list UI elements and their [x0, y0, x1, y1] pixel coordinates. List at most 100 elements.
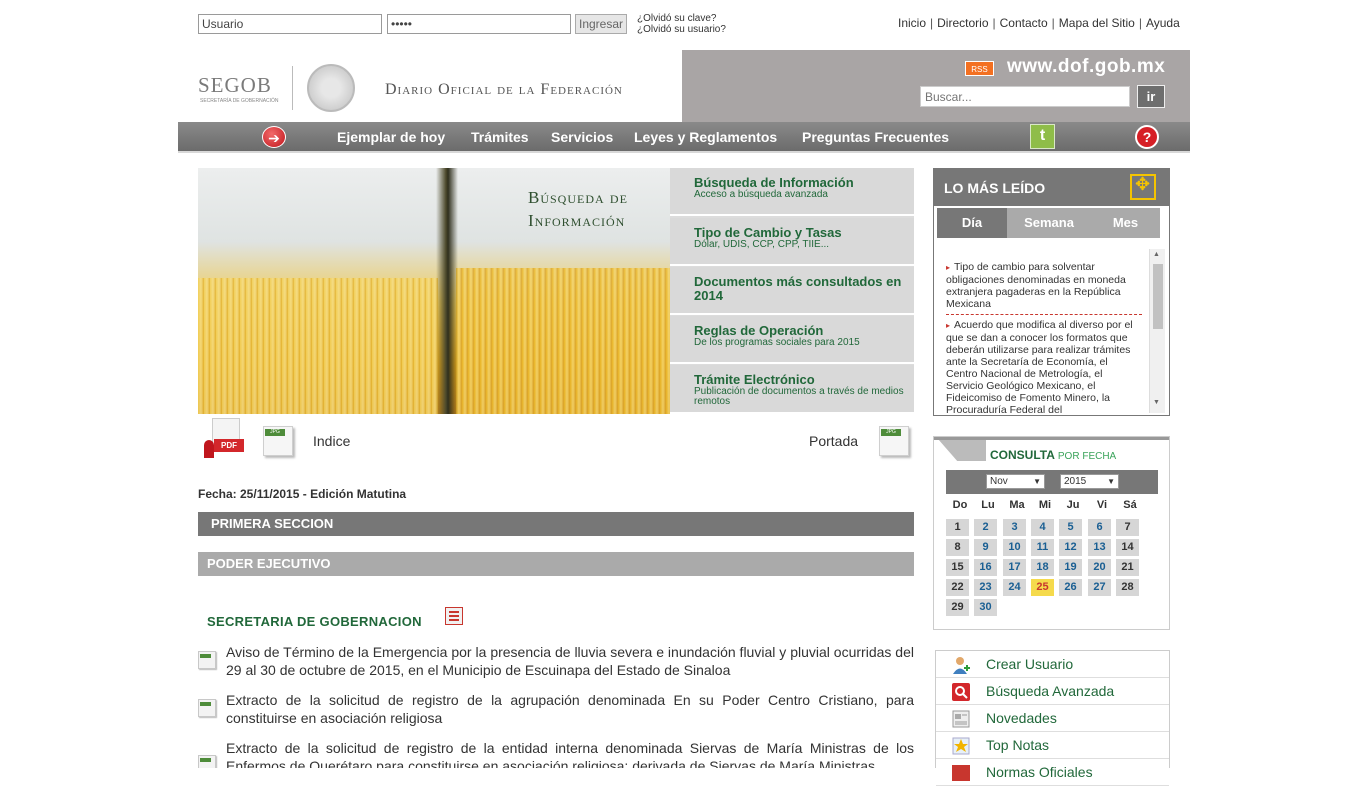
top-link-ayuda[interactable]: Ayuda	[1146, 16, 1180, 30]
segob-logo-sub: SECRETARÍA DE GOBERNACIÓN	[200, 98, 279, 104]
calendar-day[interactable]: 9	[974, 539, 997, 556]
calendar-day[interactable]: 22	[946, 579, 969, 596]
calendar-day[interactable]: 3	[1003, 519, 1026, 536]
feature-link-tipo-cambio[interactable]: Tipo de Cambio y Tasas Dólar, UDIS, CCP,…	[670, 218, 914, 266]
site-title: Diario Oficial de la Federación	[385, 81, 623, 98]
most-read-item[interactable]: ▸ Acuerdo que modifica al diverso por el …	[946, 319, 1142, 413]
most-read-item-text[interactable]: Acuerdo que modifica al diverso por el q…	[946, 319, 1133, 413]
most-read-item-text[interactable]: Tipo de cambio para solventar obligacion…	[946, 261, 1126, 310]
nav-preguntas-frecuentes[interactable]: Preguntas Frecuentes	[802, 129, 949, 145]
jpg-portada-icon[interactable]: JPG	[879, 426, 909, 456]
forgot-password-link[interactable]: ¿Olvidó su clave?	[637, 13, 716, 24]
nav-tramites[interactable]: Trámites	[471, 129, 529, 145]
calendar-day[interactable]: 19	[1059, 559, 1082, 576]
search-input[interactable]	[920, 86, 1130, 107]
pdf-icon[interactable]: PDF	[202, 418, 244, 460]
top-link-mapa[interactable]: Mapa del Sitio	[1059, 16, 1135, 30]
calendar-day[interactable]: 5	[1059, 519, 1082, 536]
expand-icon[interactable]	[1130, 174, 1156, 200]
calendar-day[interactable]: 26	[1059, 579, 1082, 596]
calendar-day[interactable]: 28	[1116, 579, 1139, 596]
portada-link[interactable]: Portada	[809, 433, 858, 449]
feature-link-busqueda[interactable]: Búsqueda de Información Acceso a búsqued…	[670, 168, 914, 216]
calendar-day[interactable]: 15	[946, 559, 969, 576]
document-link[interactable]: Extracto de la solicitud de registro de …	[226, 691, 914, 727]
help-icon[interactable]: ?	[1135, 125, 1159, 149]
side-link-crear-usuario[interactable]: Crear Usuario	[936, 651, 1169, 678]
news-icon	[951, 709, 971, 729]
month-select[interactable]: Nov ▼	[986, 474, 1045, 489]
feature-link-reglas[interactable]: Reglas de Operación De los programas soc…	[670, 316, 914, 364]
calendar-day-today[interactable]: 25	[1031, 579, 1054, 596]
nav-leyes-y-reglamentos[interactable]: Leyes y Reglamentos	[634, 129, 777, 145]
calendar-day[interactable]: 4	[1031, 519, 1054, 536]
segob-logo[interactable]: SEGOB	[198, 73, 272, 98]
calendar-day[interactable]: 14	[1116, 539, 1139, 556]
top-link-directorio[interactable]: Directorio	[937, 16, 988, 30]
calendar-day[interactable]: 23	[974, 579, 997, 596]
twitter-icon[interactable]: t	[1030, 124, 1055, 149]
pdf-ribbon	[204, 440, 214, 458]
calendar-day[interactable]: 29	[946, 599, 969, 616]
side-link-top-notas[interactable]: Top Notas	[936, 732, 1169, 759]
calendar-day[interactable]: 20	[1088, 559, 1111, 576]
username-input[interactable]	[198, 14, 382, 34]
rss-icon[interactable]: RSS	[965, 61, 994, 76]
indice-link[interactable]: Indice	[313, 433, 350, 449]
calendar-day[interactable]: 24	[1003, 579, 1026, 596]
side-links: Crear Usuario Búsqueda Avanzada Novedade…	[935, 650, 1170, 786]
calendar-day[interactable]: 12	[1059, 539, 1082, 556]
calendar-day[interactable]: 27	[1088, 579, 1111, 596]
feature-link-documentos[interactable]: Documentos más consultados en 2014	[670, 267, 914, 315]
calendar-day[interactable]: 7	[1116, 519, 1139, 536]
search-button[interactable]: ir	[1137, 85, 1165, 108]
document-item[interactable]: Extracto de la solicitud de registro de …	[198, 739, 914, 768]
banner-image[interactable]: Búsqueda de Información	[198, 168, 670, 414]
jpg-indice-icon[interactable]: JPG	[263, 426, 293, 456]
calendar-day[interactable]: 13	[1088, 539, 1111, 556]
year-select[interactable]: 2015 ▼	[1060, 474, 1119, 489]
scroll-down-icon[interactable]: ▼	[1153, 399, 1160, 406]
document-link[interactable]: Aviso de Término de la Emergencia por la…	[226, 643, 914, 679]
tab-mes[interactable]: Mes	[1091, 208, 1160, 238]
top-link-contacto[interactable]: Contacto	[1000, 16, 1048, 30]
tab-semana[interactable]: Semana	[1007, 208, 1091, 238]
calendar-day[interactable]: 2	[974, 519, 997, 536]
calendar-day[interactable]: 6	[1088, 519, 1111, 536]
scroll-up-icon[interactable]: ▲	[1153, 251, 1160, 258]
login-button[interactable]: Ingresar	[575, 14, 627, 34]
side-link-label: Top Notas	[986, 737, 1050, 753]
calendar-day[interactable]: 1	[946, 519, 969, 536]
star-icon	[951, 736, 971, 756]
calendar-day[interactable]: 21	[1116, 559, 1139, 576]
document-link[interactable]: Extracto de la solicitud de registro de …	[226, 739, 914, 768]
feature-link-title: Documentos más consultados en 2014	[694, 274, 902, 303]
side-link-label: Normas Oficiales	[986, 764, 1093, 780]
calendar-day[interactable]: 16	[974, 559, 997, 576]
password-input[interactable]	[387, 14, 571, 34]
weekday-label: Do	[952, 499, 968, 511]
tab-dia[interactable]: Día	[937, 208, 1007, 238]
document-list-icon[interactable]	[445, 607, 463, 625]
calendar-day[interactable]: 30	[974, 599, 997, 616]
nav-servicios[interactable]: Servicios	[551, 129, 613, 145]
most-read-item[interactable]: ▸ Tipo de cambio para solventar obligacio…	[946, 261, 1142, 315]
side-link-busqueda-avanzada[interactable]: Búsqueda Avanzada	[936, 678, 1169, 705]
feature-link-tramite[interactable]: Trámite Electrónico Publicación de docum…	[670, 365, 914, 414]
department-title: SECRETARIA DE GOBERNACION	[207, 614, 422, 629]
forgot-user-link[interactable]: ¿Olvidó su usuario?	[637, 24, 726, 35]
side-link-normas-oficiales[interactable]: Normas Oficiales	[936, 759, 1169, 786]
feature-link-sub: De los programas sociales para 2015	[694, 337, 860, 348]
most-read-list: ▸ Tipo de cambio para solventar obligacio…	[946, 261, 1142, 413]
calendar-day[interactable]: 11	[1031, 539, 1054, 556]
side-link-novedades[interactable]: Novedades	[936, 705, 1169, 732]
calendar-day[interactable]: 17	[1003, 559, 1026, 576]
calendar-day[interactable]: 8	[946, 539, 969, 556]
nav-ejemplar-de-hoy[interactable]: Ejemplar de hoy	[337, 129, 445, 145]
scroll-thumb[interactable]	[1153, 264, 1163, 329]
top-link-inicio[interactable]: Inicio	[898, 16, 926, 30]
back-arrow-icon[interactable]: ➔	[262, 126, 286, 148]
calendar-day[interactable]: 10	[1003, 539, 1026, 556]
most-read-scrollbar[interactable]: ▲ ▼	[1149, 249, 1165, 413]
calendar-day[interactable]: 18	[1031, 559, 1054, 576]
